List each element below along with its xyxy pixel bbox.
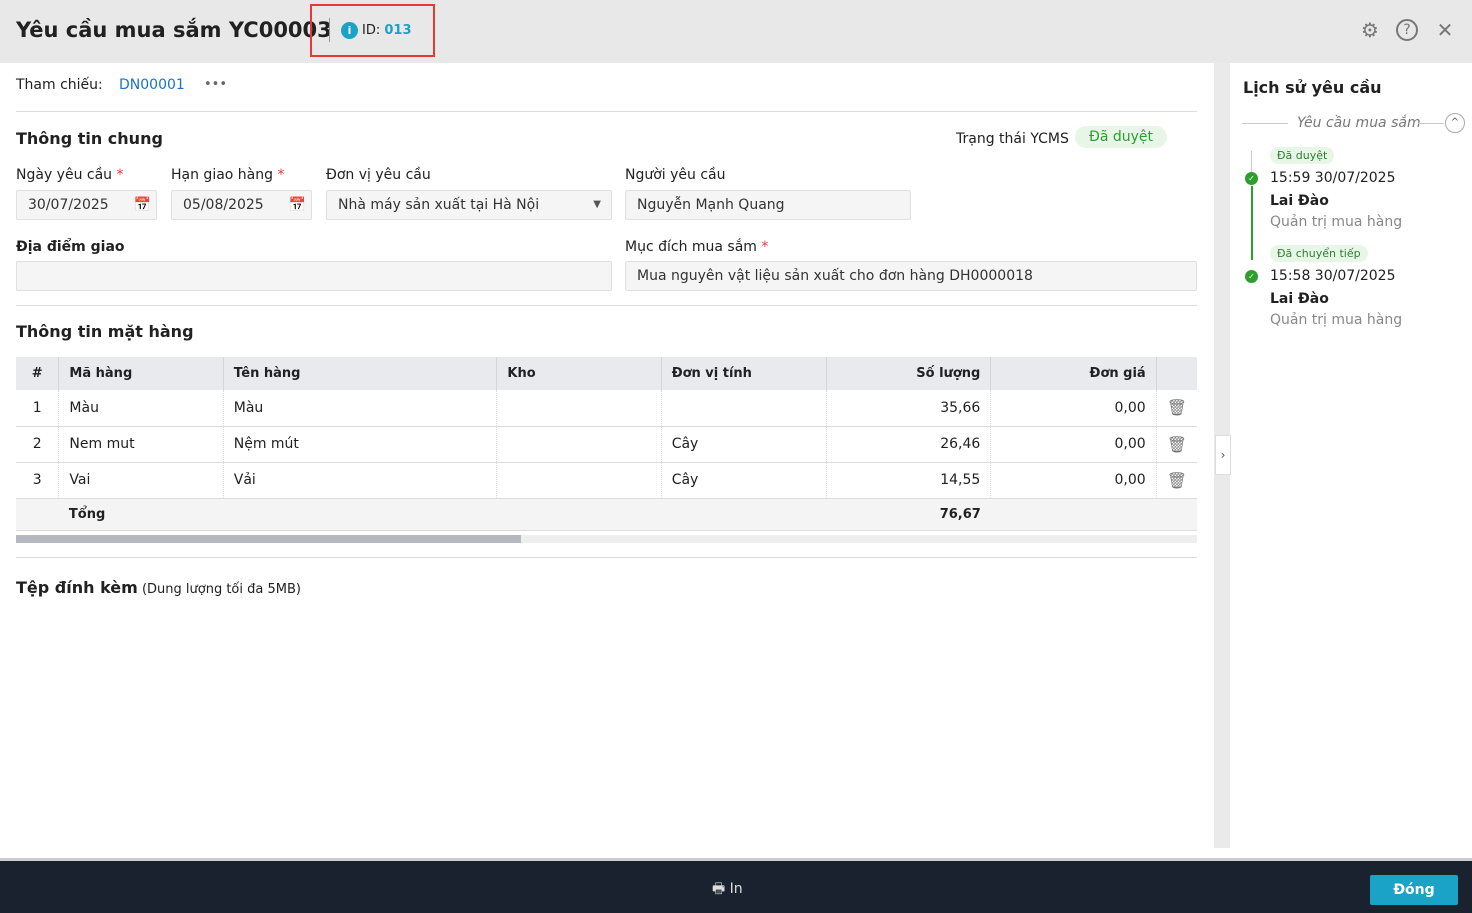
total-label: Tổng — [58, 498, 224, 531]
gear-icon[interactable]: ⚙ — [1358, 18, 1382, 42]
table-cell: Màu — [58, 390, 224, 427]
print-button[interactable]: 🖶 In — [712, 878, 743, 902]
col-code: Mã hàng — [58, 357, 224, 390]
purpose-label: Mục đích mua sắm — [625, 239, 757, 255]
table-cell: Cây — [661, 462, 827, 499]
table-cell — [496, 390, 662, 427]
col-warehouse: Kho — [496, 357, 662, 390]
more-icon[interactable]: ••• — [204, 77, 227, 92]
table-cell: Cây — [661, 426, 827, 463]
history-group-label: Yêu cầu mua sắm — [1297, 115, 1421, 131]
purpose-field[interactable]: Mua nguyên vật liệu sản xuất cho đơn hàn… — [625, 261, 1197, 291]
history-role: Quản trị mua hàng — [1270, 214, 1403, 230]
table-cell: 0,00 — [990, 462, 1157, 499]
due-date-label: Hạn giao hàng — [171, 167, 274, 183]
page-title: Yêu cầu mua sắm YC00003 — [16, 18, 332, 42]
id-label: ID: — [362, 23, 381, 38]
close-icon[interactable]: ✕ — [1433, 18, 1457, 42]
table-row: 3 Vai Vải Cây 14,55 0,00 🗑 — [16, 462, 1197, 499]
attachments-title: Tệp đính kèm — [16, 578, 138, 597]
divider — [329, 18, 330, 42]
history-user: Lai Đào — [1270, 291, 1329, 307]
total-row: Tổng 76,67 — [16, 498, 1197, 531]
table-cell: Vai — [58, 462, 224, 499]
chevron-down-icon: ▼ — [593, 199, 601, 210]
table-cell — [496, 462, 662, 499]
section-items-title: Thông tin mặt hàng — [16, 322, 194, 341]
calendar-icon[interactable]: 📅 — [134, 191, 151, 219]
trash-icon[interactable]: 🗑 — [1167, 398, 1187, 417]
request-date-label: Ngày yêu cầu — [16, 167, 113, 183]
history-role: Quản trị mua hàng — [1270, 312, 1403, 328]
total-qty: 76,67 — [826, 498, 991, 531]
reference-link[interactable]: DN00001 — [119, 77, 185, 93]
status-badge: Đã duyệt — [1075, 126, 1168, 148]
table-cell: Màu — [223, 390, 498, 427]
trash-icon[interactable]: 🗑 — [1167, 471, 1187, 490]
table-cell — [661, 390, 827, 427]
history-panel: Lịch sử yêu cầu Yêu cầu mua sắm ^ Đã duy… — [1230, 63, 1472, 848]
table-cell: 14,55 — [826, 462, 992, 499]
table-cell: 35,66 — [826, 390, 992, 427]
items-table: # Mã hàng Tên hàng Kho Đơn vị tính Số lư… — [16, 357, 1197, 531]
history-user: Lai Đào — [1270, 193, 1329, 209]
table-cell: 0,00 — [990, 426, 1157, 463]
footer: 🖶 In Đóng — [0, 858, 1472, 913]
horizontal-scrollbar[interactable] — [16, 535, 1197, 543]
section-general-title: Thông tin chung — [16, 129, 163, 148]
id-value: 013 — [384, 23, 412, 38]
table-cell — [496, 426, 662, 463]
table-cell: 1 — [16, 390, 60, 427]
history-time: 15:58 30/07/2025 — [1270, 268, 1396, 284]
header: Yêu cầu mua sắm YC00003 i ID: 013 ⚙ ? ✕ — [0, 0, 1472, 63]
table-row: 1 Màu Màu 35,66 0,00 🗑 — [16, 390, 1197, 427]
request-date-field[interactable]: 30/07/2025 📅 — [16, 190, 157, 220]
history-time: 15:59 30/07/2025 — [1270, 170, 1396, 186]
table-row: 2 Nem mut Nệm mút Cây 26,46 0,00 🗑 — [16, 426, 1197, 463]
table-cell: Nệm mút — [223, 426, 498, 463]
trash-icon[interactable]: 🗑 — [1167, 435, 1187, 454]
due-date-field[interactable]: 05/08/2025 📅 — [171, 190, 312, 220]
info-icon: i — [341, 22, 358, 39]
table-cell: 0,00 — [990, 390, 1157, 427]
requester-label: Người yêu cầu — [625, 167, 726, 183]
main-content: Tham chiếu: DN00001 ••• Thông tin chung … — [0, 63, 1214, 858]
close-button[interactable]: Đóng — [1370, 875, 1458, 905]
location-label: Địa điểm giao — [16, 239, 125, 255]
col-name: Tên hàng — [223, 357, 498, 390]
col-unit: Đơn vị tính — [661, 357, 827, 390]
id-badge: i ID: 013 — [310, 4, 435, 57]
check-icon: ✓ — [1245, 172, 1258, 185]
status-label: Trạng thái YCMS — [956, 131, 1069, 147]
history-tag: Đã duyệt — [1270, 147, 1335, 164]
check-icon: ✓ — [1245, 270, 1258, 283]
table-cell: Nem mut — [58, 426, 224, 463]
chevron-up-icon[interactable]: ^ — [1445, 113, 1465, 133]
col-price: Đơn giá — [990, 357, 1157, 390]
printer-icon: 🖶 — [712, 881, 726, 897]
attachments-note: (Dung lượng tối đa 5MB) — [141, 582, 301, 597]
col-qty: Số lượng — [826, 357, 992, 390]
location-field[interactable] — [16, 261, 612, 291]
panel-divider: › — [1214, 63, 1231, 848]
chevron-right-icon[interactable]: › — [1215, 435, 1231, 475]
table-cell: 26,46 — [826, 426, 992, 463]
unit-select[interactable]: Nhà máy sản xuất tại Hà Nội ▼ — [326, 190, 612, 220]
table-cell: 2 — [16, 426, 60, 463]
table-cell: Vải — [223, 462, 498, 499]
unit-label: Đơn vị yêu cầu — [326, 167, 431, 183]
calendar-icon[interactable]: 📅 — [289, 191, 306, 219]
history-tag: Đã chuyển tiếp — [1270, 245, 1368, 262]
history-title: Lịch sử yêu cầu — [1243, 78, 1382, 97]
col-index: # — [16, 357, 60, 390]
requester-field[interactable]: Nguyễn Mạnh Quang — [625, 190, 911, 220]
help-icon[interactable]: ? — [1396, 19, 1418, 41]
reference-label: Tham chiếu: — [16, 77, 103, 93]
table-cell: 3 — [16, 462, 60, 499]
